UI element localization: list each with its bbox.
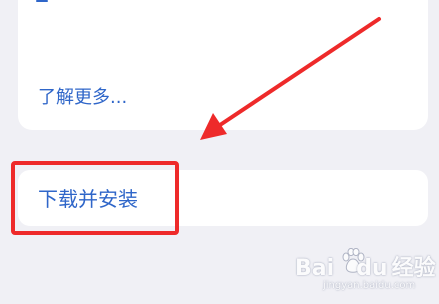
watermark-du: du: [356, 256, 388, 281]
watermark-jingyan: 经验: [391, 256, 436, 281]
learn-more-link[interactable]: 了解更多...: [38, 86, 127, 110]
annotation-highlight-box: [11, 161, 179, 235]
watermark-url: jingyan.baidu.com: [323, 280, 416, 291]
update-info-card: 了解更多...: [18, 0, 428, 130]
cut-text-fragment: [36, 0, 48, 2]
watermark-brand: Bai du 经验: [295, 250, 436, 282]
watermark-bai: Bai: [295, 256, 335, 281]
baidu-jingyan-watermark: Bai du 经验 jingyan.baidu.com: [293, 246, 436, 298]
